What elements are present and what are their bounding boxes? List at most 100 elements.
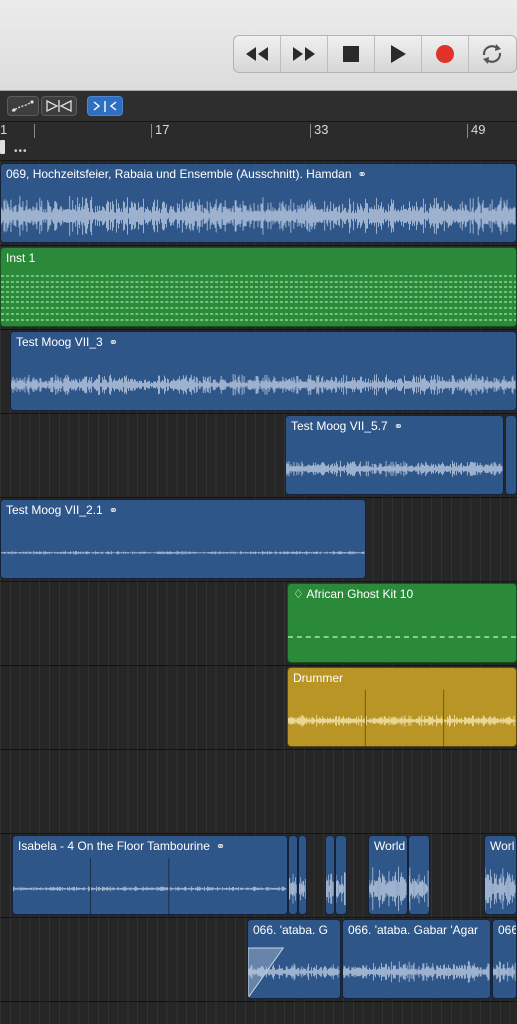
audio-region-world-m[interactable]: World M (368, 835, 408, 915)
audio-region-slice[interactable] (335, 835, 347, 915)
record-button[interactable] (422, 36, 469, 72)
audio-region-fragment[interactable] (505, 415, 517, 495)
audio-region-066[interactable]: 066 (492, 919, 517, 999)
stop-icon (343, 46, 359, 62)
play-icon (391, 45, 406, 63)
ruler-label-1: 1 (0, 122, 8, 137)
flex-tool-button[interactable] (41, 96, 77, 116)
region-name: 066 (498, 923, 517, 937)
ruler-label-33: 33 (314, 122, 329, 137)
lane-separator (0, 749, 517, 750)
rewind-button[interactable] (234, 36, 281, 72)
audio-region-slice[interactable] (325, 835, 335, 915)
region-name: Test Moog VII_2.1 ⚭ (6, 503, 118, 517)
waveform-path (343, 961, 490, 983)
audio-waveform (286, 460, 503, 477)
audio-region-slice[interactable] (298, 835, 307, 915)
lane-separator (0, 581, 517, 582)
tool-strip (0, 91, 517, 122)
lane-separator (0, 329, 517, 330)
waveform-path (493, 961, 516, 983)
loop-icon: ⚭ (393, 421, 403, 433)
region-name: 069, Hochzeitsfeier, Rabaia und Ensemble… (6, 167, 367, 181)
loop-icon: ⚭ (108, 337, 118, 349)
automation-tool-button[interactable] (7, 96, 39, 116)
fast-forward-icon (293, 47, 315, 61)
audio-waveform (493, 961, 516, 983)
ruler-tick (467, 124, 468, 138)
midi-region-african-ghost-kit[interactable]: ♢ African Ghost Kit 10 (287, 583, 517, 663)
bar-ruler[interactable]: 1 17 33 49 ••• (0, 122, 517, 161)
audio-region-test-moog-vii-3[interactable]: Test Moog VII_3 ⚭ (10, 331, 517, 411)
fast-forward-button[interactable] (281, 36, 328, 72)
audio-region-test-moog-vii-5-7[interactable]: Test Moog VII_5.7 ⚭ (285, 415, 504, 495)
audio-waveform (11, 373, 516, 396)
cycle-button[interactable] (469, 36, 516, 72)
audio-region-isabela-tambourine[interactable]: Isabela - 4 On the Floor Tambourine ⚭ (12, 835, 288, 915)
waveform-path (1, 550, 365, 555)
rewind-icon (246, 47, 268, 61)
audio-waveform (343, 961, 490, 983)
lane-separator (0, 413, 517, 414)
ruler-tick (151, 124, 152, 138)
stop-button[interactable] (328, 36, 375, 72)
audio-region-worl[interactable]: Worl (484, 835, 517, 915)
waveform-path (288, 714, 516, 727)
lane-separator (0, 833, 517, 834)
audio-waveform (248, 947, 340, 998)
lane-separator (0, 245, 517, 246)
audio-region-slice[interactable] (288, 835, 298, 915)
loop-icon: ⚭ (215, 841, 226, 853)
waveform-path (326, 873, 334, 904)
audio-waveform (13, 858, 287, 914)
automation-curve-icon (11, 100, 35, 112)
waveform-path (485, 867, 516, 911)
ruler-label-17: 17 (155, 122, 170, 137)
loop-icon: ⚭ (108, 505, 118, 517)
audio-waveform (326, 873, 334, 904)
region-name: ♢ African Ghost Kit 10 (293, 587, 414, 601)
audio-waveform (485, 867, 516, 911)
waveform-path (1, 195, 516, 236)
playhead-snap-icon (93, 101, 117, 112)
audio-region-ataba-g[interactable]: 066. 'ataba. G (247, 919, 341, 999)
ruler-tick (310, 124, 311, 138)
waveform-path (289, 874, 297, 904)
audio-region-hochzeitsfeier[interactable]: 069, Hochzeitsfeier, Rabaia und Ensemble… (0, 163, 517, 243)
waveform-path (299, 877, 306, 901)
tracks-area[interactable]: 069, Hochzeitsfeier, Rabaia und Ensemble… (0, 161, 517, 1024)
waveform-path (286, 460, 503, 477)
flex-time-icon (46, 99, 72, 113)
ruler-dots: ••• (14, 146, 28, 157)
audio-region-test-moog-vii-2-1[interactable]: Test Moog VII_2.1 ⚭ (0, 499, 366, 579)
audio-waveform (336, 872, 346, 906)
ruler-label-49: 49 (471, 122, 486, 137)
region-name: Inst 1 (6, 251, 36, 265)
waveform-path (11, 373, 516, 396)
audio-waveform (289, 874, 297, 904)
region-name: Drummer (293, 671, 343, 685)
audio-waveform (299, 877, 306, 901)
lane-separator (0, 497, 517, 498)
audio-region-world-m-part[interactable] (408, 835, 430, 915)
audio-region-ataba-gabar-agar[interactable]: 066. 'ataba. Gabar 'Agar (342, 919, 491, 999)
audio-waveform (1, 550, 365, 555)
playhead-marker[interactable] (0, 140, 5, 154)
waveform-path (409, 867, 429, 910)
midi-region-inst-1[interactable]: Inst 1 (0, 247, 517, 327)
ruler-tick (34, 124, 35, 138)
waveform-path (369, 866, 407, 911)
audio-waveform (369, 866, 407, 911)
waveform-path (336, 872, 346, 906)
region-name: 066. 'ataba. G (253, 923, 329, 937)
catch-playhead-button[interactable] (87, 96, 123, 116)
region-name: Test Moog VII_3 ⚭ (16, 335, 118, 349)
midi-notes (1, 275, 516, 321)
transport-controls (233, 35, 517, 73)
control-bar (0, 0, 517, 91)
drummer-region[interactable]: Drummer (287, 667, 517, 747)
loop-icon: ⚭ (357, 169, 367, 181)
drummer-waveform (288, 690, 516, 746)
audio-waveform (1, 195, 516, 236)
play-button[interactable] (375, 36, 422, 72)
